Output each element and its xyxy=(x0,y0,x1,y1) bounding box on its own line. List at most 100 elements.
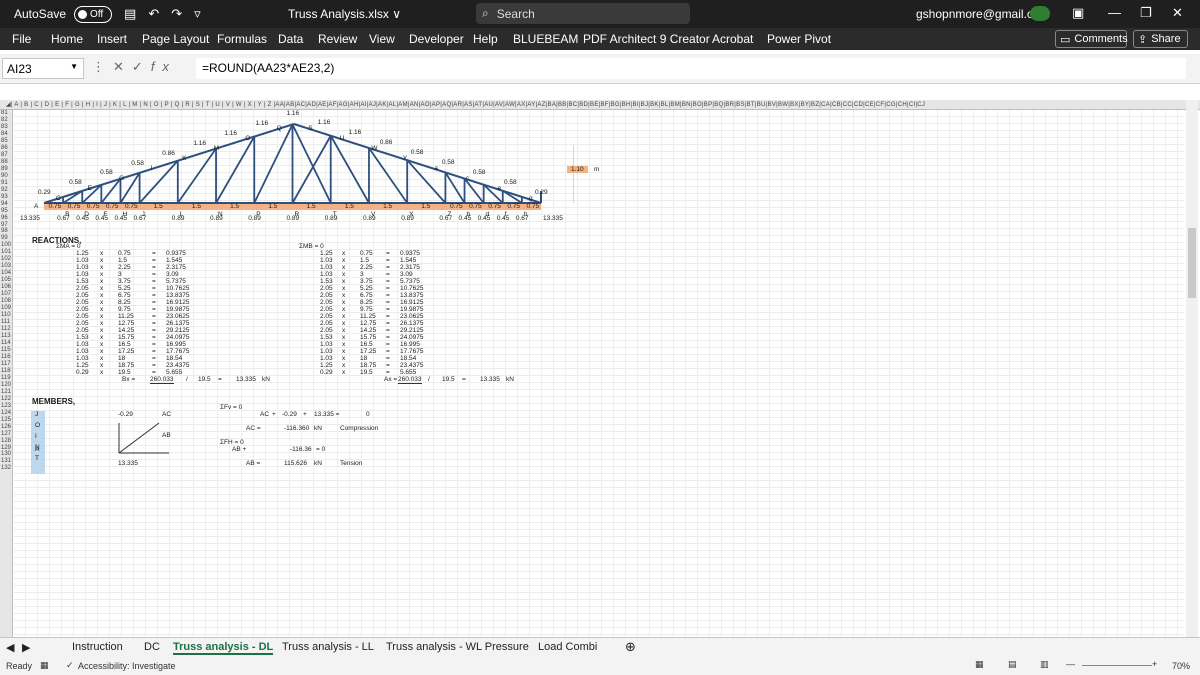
row-header[interactable]: 127 xyxy=(0,431,12,438)
customize-qat-icon[interactable]: ▿ xyxy=(194,6,201,22)
row-header[interactable]: 104 xyxy=(0,270,12,277)
scroll-thumb[interactable] xyxy=(1188,228,1196,298)
cancel-icon[interactable]: ✕ xyxy=(113,59,132,74)
row-header[interactable]: 123 xyxy=(0,403,12,410)
sheet-tab-dc[interactable]: DC xyxy=(144,641,160,653)
minimize-icon[interactable]: — xyxy=(1108,5,1121,20)
row-header[interactable]: 117 xyxy=(0,361,12,368)
avatar[interactable] xyxy=(1030,6,1050,21)
zoom-out-icon[interactable]: — xyxy=(1066,659,1075,669)
row-header[interactable]: 91 xyxy=(0,180,12,187)
sheet-tab-truss-wl[interactable]: Truss analysis - WL Pressure xyxy=(386,641,529,653)
tab-home[interactable]: Home xyxy=(51,32,83,46)
row-header[interactable]: 129 xyxy=(0,445,12,452)
tab-view[interactable]: View xyxy=(369,32,395,46)
tab-review[interactable]: Review xyxy=(318,32,357,46)
row-header[interactable]: 110 xyxy=(0,312,12,319)
tab-scroll-left-icon[interactable]: ◀ xyxy=(6,641,14,654)
tab-acrobat[interactable]: Acrobat xyxy=(712,32,753,46)
row-header[interactable]: 109 xyxy=(0,305,12,312)
tab-scroll-right-icon[interactable]: ▶ xyxy=(22,641,30,654)
row-header[interactable]: 89 xyxy=(0,166,12,173)
row-header[interactable]: 101 xyxy=(0,249,12,256)
row-header[interactable]: 85 xyxy=(0,138,12,145)
normal-view-icon[interactable]: ▦ xyxy=(975,659,984,670)
row-header[interactable]: 86 xyxy=(0,145,12,152)
document-title[interactable]: Truss Analysis.xlsx ∨ xyxy=(288,7,401,21)
row-header[interactable]: 131 xyxy=(0,458,12,465)
row-header[interactable]: 128 xyxy=(0,438,12,445)
row-header[interactable]: 114 xyxy=(0,340,12,347)
tab-help[interactable]: Help xyxy=(473,32,498,46)
vertical-scrollbar[interactable] xyxy=(1186,100,1198,637)
autosave-toggle[interactable]: Off xyxy=(74,5,113,23)
row-header[interactable]: 108 xyxy=(0,298,12,305)
row-header[interactable]: 113 xyxy=(0,333,12,340)
sheet-tab-instruction[interactable]: Instruction xyxy=(72,641,123,653)
macro-icon[interactable]: ▦ xyxy=(40,660,49,671)
row-header[interactable]: 115 xyxy=(0,347,12,354)
row-header[interactable]: 98 xyxy=(0,228,12,235)
tab-power-pivot[interactable]: Power Pivot xyxy=(767,32,831,46)
row-header[interactable]: 125 xyxy=(0,417,12,424)
zoom-slider[interactable] xyxy=(1082,665,1152,666)
row-header[interactable]: 88 xyxy=(0,159,12,166)
row-header[interactable]: 82 xyxy=(0,117,12,124)
row-header[interactable]: 92 xyxy=(0,187,12,194)
row-header[interactable]: 83 xyxy=(0,124,12,131)
row-header[interactable]: 87 xyxy=(0,152,12,159)
page-break-view-icon[interactable]: ▥ xyxy=(1040,659,1049,670)
tab-bluebeam[interactable]: BLUEBEAM xyxy=(513,32,578,46)
row-header[interactable]: 124 xyxy=(0,410,12,417)
page-layout-view-icon[interactable]: ▤ xyxy=(1008,659,1017,670)
zoom-level[interactable]: 70% xyxy=(1172,661,1190,671)
row-header[interactable]: 95 xyxy=(0,208,12,215)
row-header[interactable]: 116 xyxy=(0,354,12,361)
row-header[interactable]: 105 xyxy=(0,277,12,284)
row-header[interactable]: 96 xyxy=(0,215,12,222)
row-header[interactable]: 126 xyxy=(0,424,12,431)
search-box[interactable]: ⌕ Search xyxy=(476,3,690,24)
row-headers[interactable]: 81 82 83 84 85 86 87 88 89 90 91 92 93 94 95 96 97 98 99 10… xyxy=(0,110,13,637)
close-icon[interactable]: ✕ xyxy=(1172,5,1183,21)
zoom-in-icon[interactable]: + xyxy=(1152,659,1157,669)
row-header[interactable]: 84 xyxy=(0,131,12,138)
ribbon-display-icon[interactable]: ▣ xyxy=(1072,5,1084,21)
sheet-tab-load-combi[interactable]: Load Combi xyxy=(538,641,597,653)
row-header[interactable]: 118 xyxy=(0,368,12,375)
row-header[interactable]: 120 xyxy=(0,382,12,389)
row-header[interactable]: 100 xyxy=(0,242,12,249)
row-header[interactable]: 93 xyxy=(0,194,12,201)
column-headers[interactable]: ◢| A | B | C | D | E | F | G | H | I | J… xyxy=(0,100,1200,110)
tab-file[interactable]: File xyxy=(12,32,31,46)
tab-formulas[interactable]: Formulas xyxy=(217,32,267,46)
row-header[interactable]: 102 xyxy=(0,256,12,263)
tab-pdf-architect[interactable]: PDF Architect 9 Creator xyxy=(583,32,710,46)
undo-icon[interactable]: ↶ xyxy=(148,6,159,22)
row-header[interactable]: 90 xyxy=(0,173,12,180)
fx-icon[interactable]: fx xyxy=(151,59,177,74)
row-header[interactable]: 106 xyxy=(0,284,12,291)
formula-input[interactable]: =ROUND(AA23*AE23,2) xyxy=(196,58,1186,79)
redo-icon[interactable]: ↷ xyxy=(171,6,182,22)
row-header[interactable]: 107 xyxy=(0,291,12,298)
tab-developer[interactable]: Developer xyxy=(409,32,464,46)
tab-page-layout[interactable]: Page Layout xyxy=(142,32,209,46)
sheet-tab-truss-dl[interactable]: Truss analysis - DL xyxy=(173,641,274,655)
share-button[interactable]: ⇪ Share xyxy=(1133,30,1188,48)
row-header[interactable]: 97 xyxy=(0,222,12,229)
comments-button[interactable]: ▭ Comments xyxy=(1055,30,1128,48)
more-icon[interactable]: ⋮ xyxy=(92,59,113,74)
row-header[interactable]: 122 xyxy=(0,396,12,403)
row-header[interactable]: 111 xyxy=(0,319,12,326)
enter-icon[interactable]: ✓ xyxy=(132,59,151,74)
row-header[interactable]: 119 xyxy=(0,375,12,382)
row-header[interactable]: 94 xyxy=(0,201,12,208)
sheet-tab-truss-ll[interactable]: Truss analysis - LL xyxy=(282,641,374,653)
tab-data[interactable]: Data xyxy=(278,32,303,46)
add-sheet-icon[interactable]: ⊕ xyxy=(625,639,636,655)
worksheet-grid[interactable]: 0.75 0.75 0.75 0.75 0.75 1.5 1.5 1.5 1.5 1.5 1.5 1.… xyxy=(14,110,1184,637)
restore-icon[interactable]: ❐ xyxy=(1140,5,1152,21)
name-box[interactable]: AI23 ▼ xyxy=(2,58,84,79)
row-header[interactable]: 99 xyxy=(0,235,12,242)
